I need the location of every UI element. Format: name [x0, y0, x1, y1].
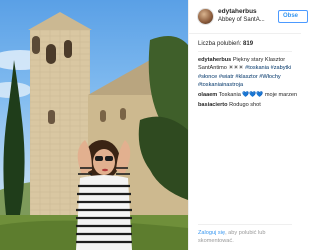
comment: olaaem Toskania 💙💙💙 moje marzen [198, 91, 298, 99]
hashtag-link[interactable]: #toskania [245, 65, 269, 71]
caption-comment: edytaherbus Piękny stary Klasztor SantAn… [198, 56, 298, 89]
follow-button[interactable]: Obse [278, 10, 308, 23]
post-username[interactable]: edytaherbus [218, 8, 257, 15]
likes-count[interactable]: Liczba polubień: 819 [198, 41, 253, 47]
post-details-panel: edytaherbus Abbey of SantA... Obse Liczb… [188, 0, 308, 250]
comment-text: Toskania 💙💙💙 moje marzen [218, 92, 298, 99]
likes-number: 819 [243, 41, 254, 47]
comment-username[interactable]: basiacierto [198, 102, 228, 108]
hashtag-link[interactable]: #słonce [198, 74, 217, 80]
abbey-photo-illustration [0, 12, 188, 250]
hashtag-link[interactable]: #Włochy [259, 74, 280, 80]
likes-label: Liczba polubień: [198, 41, 242, 47]
post-photo[interactable] [0, 0, 188, 250]
divider [198, 224, 292, 225]
comments-list: edytaherbus Piękny stary Klasztor SantAn… [198, 56, 298, 112]
comment-text: Rodugo shot [229, 102, 261, 109]
hashtag-link[interactable]: #wiatr [219, 74, 234, 80]
divider [198, 51, 292, 52]
hashtag-link[interactable]: #klasztor [235, 74, 257, 80]
login-link[interactable]: Zaloguj się [198, 230, 225, 236]
post-header: edytaherbus Abbey of SantA... Obse [189, 0, 308, 34]
login-prompt: Zaloguj się, aby polubić lub skomentować… [198, 229, 298, 245]
avatar[interactable] [197, 8, 214, 25]
post-location[interactable]: Abbey of SantA... [218, 17, 265, 23]
comment: basiacierto Rodugo shot [198, 101, 298, 109]
hashtag-link[interactable]: #toskaniainastroja [198, 82, 243, 88]
comment-username[interactable]: olaaem [198, 92, 217, 98]
hashtag-link[interactable]: #zabytki [271, 65, 292, 71]
comment-username[interactable]: edytaherbus [198, 57, 231, 63]
